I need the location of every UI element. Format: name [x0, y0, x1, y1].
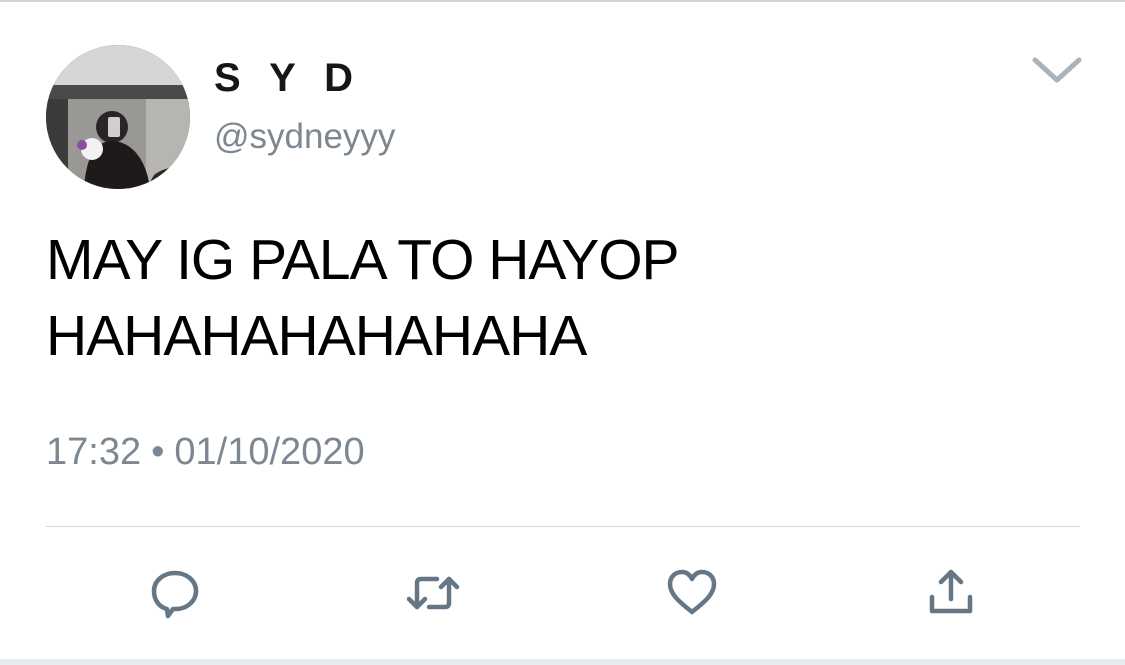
retweet-button[interactable] [405, 567, 460, 619]
top-border [0, 0, 1125, 2]
bottom-separator [0, 659, 1125, 665]
user-handle[interactable]: @sydneyyy [214, 116, 395, 158]
reply-icon [151, 570, 199, 619]
share-button[interactable] [925, 567, 977, 619]
display-name[interactable]: S Y D [214, 54, 362, 102]
tweet-date: 01/10/2020 [174, 431, 365, 473]
tweet-timestamp[interactable]: 17:32 • 01/10/2020 [46, 430, 365, 474]
chevron-down-icon[interactable] [1030, 52, 1084, 86]
share-icon [929, 569, 973, 614]
tweet-text-line: MAY IG PALA TO HAYOP [46, 228, 680, 292]
tweet-text: MAY IG PALA TO HAYOP HAHAHAHAHAHAHA [46, 222, 1086, 374]
like-button[interactable] [665, 567, 717, 619]
avatar[interactable] [46, 45, 190, 189]
tweet-text-line: HAHAHAHAHAHAHA [46, 304, 587, 368]
reply-button[interactable] [149, 567, 201, 619]
heart-icon [667, 569, 717, 615]
tweet-time: 17:32 [46, 431, 142, 473]
timestamp-separator: • [151, 431, 165, 473]
divider [46, 526, 1080, 527]
retweet-icon [406, 576, 460, 610]
